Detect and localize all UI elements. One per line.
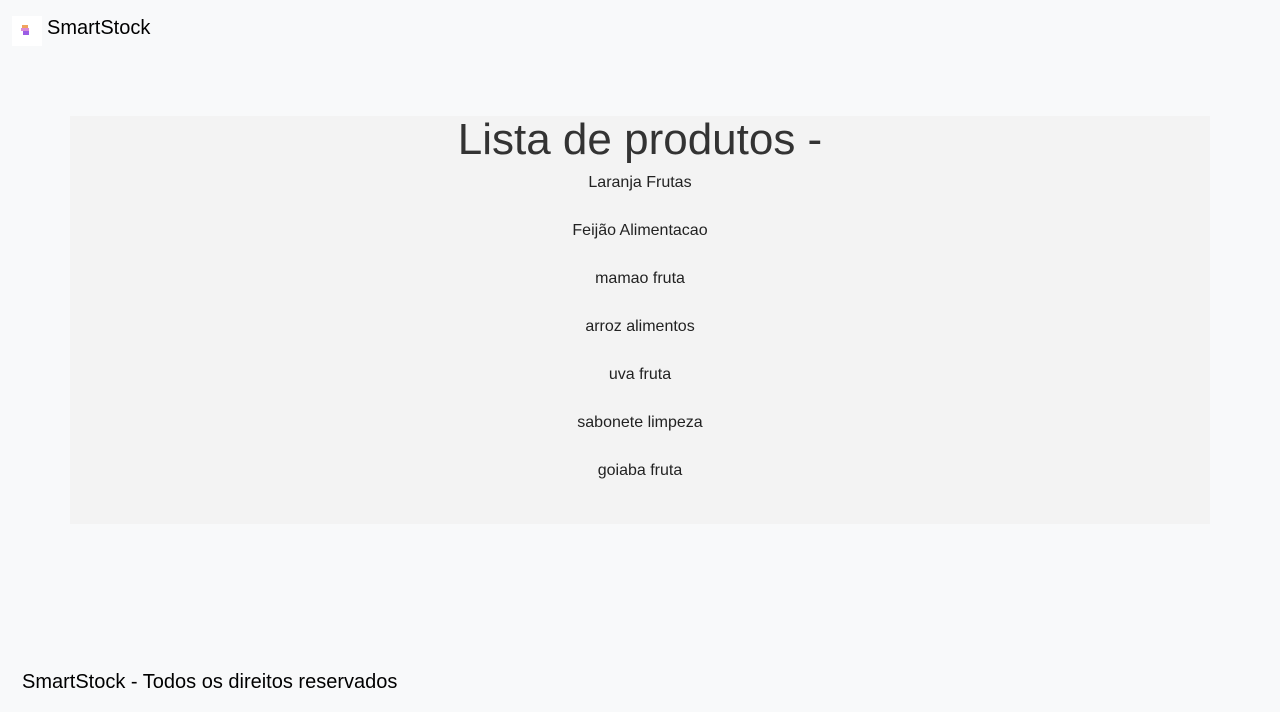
- product-list: Laranja Frutas Feijão Alimentacao mamao …: [70, 164, 1210, 500]
- list-item: goiaba fruta: [597, 462, 683, 479]
- footer-text: SmartStock - Todos os direitos reservado…: [22, 671, 398, 693]
- list-item: sabonete limpeza: [577, 414, 703, 431]
- list-item: mamao fruta: [595, 270, 685, 287]
- list-item: Laranja Frutas: [588, 174, 692, 191]
- list-item: arroz alimentos: [585, 318, 695, 335]
- logo[interactable]: [12, 16, 42, 46]
- stacked-boxes-icon: [21, 25, 29, 35]
- page-title: Lista de produtos -: [457, 115, 823, 164]
- list-item: uva fruta: [608, 366, 672, 383]
- list-item: Feijão Alimentacao: [572, 222, 708, 239]
- app-header: SmartStock: [12, 14, 150, 46]
- product-list-panel: Lista de produtos - Laranja Frutas Feijã…: [70, 116, 1210, 524]
- brand-name[interactable]: SmartStock: [47, 16, 150, 40]
